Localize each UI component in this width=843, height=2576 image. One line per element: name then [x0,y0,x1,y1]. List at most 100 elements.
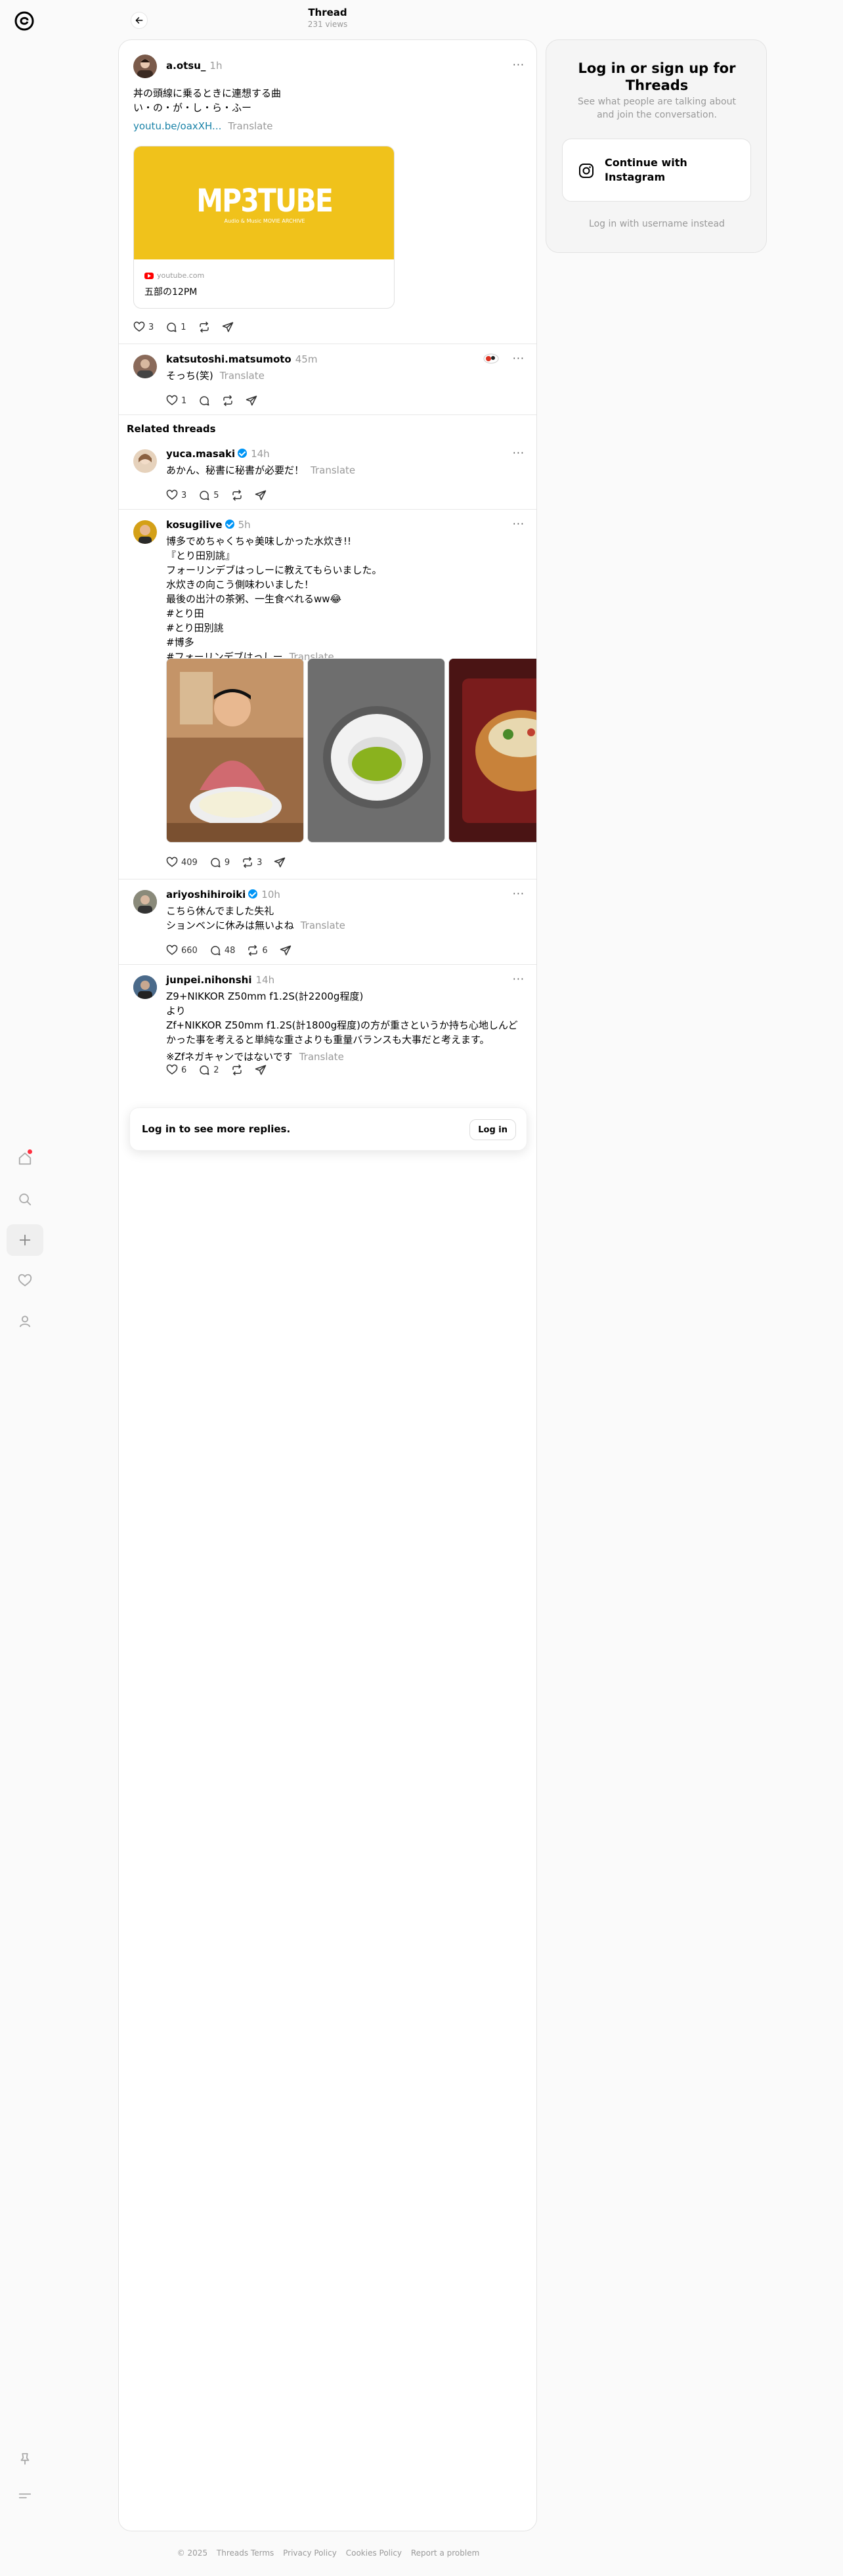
share-button[interactable] [222,321,234,333]
username-text[interactable]: a.otsu_ [166,60,205,72]
send-icon [222,322,233,332]
instagram-button-label: Instagram [605,171,666,183]
repost-icon [232,1064,242,1076]
like-button[interactable]: 3 [133,321,154,333]
reply-time: 45m [295,353,318,365]
comment-icon [200,396,209,406]
photo-thumbnail[interactable] [448,658,536,843]
like-button[interactable]: 409 [166,856,198,868]
verified-badge-icon [248,889,258,899]
related-actions: 660 48 6 [166,944,303,956]
threads-logo-icon[interactable] [12,9,36,33]
avatar[interactable] [133,449,157,473]
post-line: かった事を考えると単純な重さよりも重量バランスも大事だと考えます。 [166,1034,490,1046]
repost-button[interactable]: 3 [242,856,262,868]
related-username[interactable]: junpei.nihonshi 14h [166,974,274,986]
more-options-icon[interactable]: ··· [513,58,525,71]
footer-link-terms[interactable]: Threads Terms [217,2548,274,2558]
repost-button[interactable] [198,321,210,333]
reply-button[interactable]: 48 [209,944,235,956]
more-options-icon[interactable]: ··· [513,352,525,365]
heart-icon [166,944,178,955]
heart-icon [166,489,178,500]
more-options-icon[interactable]: ··· [513,518,525,530]
repost-button[interactable] [222,395,234,407]
hashtag-link[interactable]: #とり田別誂 [166,621,382,635]
share-button[interactable] [255,489,267,501]
translate-link[interactable]: Translate [220,370,265,382]
share-button[interactable] [246,395,257,407]
like-button[interactable]: 6 [166,1064,186,1076]
pin-icon[interactable] [7,2443,43,2475]
related-username[interactable]: kosugilive 5h [166,519,251,531]
translate-link[interactable]: Translate [311,464,355,476]
like-button[interactable]: 660 [166,944,198,956]
create-post-icon[interactable] [7,1224,43,1256]
send-icon [280,945,291,956]
reply-button[interactable]: 9 [209,856,230,868]
reply-button[interactable]: 5 [198,489,219,501]
login-prompt: Log in to see more replies. Log in [129,1107,527,1151]
hashtag-link[interactable]: #博多 [166,635,382,650]
heart-icon [166,395,178,405]
home-icon[interactable] [7,1143,43,1174]
more-options-icon[interactable]: ··· [513,887,525,900]
repost-icon [199,321,209,333]
profile-icon[interactable] [7,1306,43,1337]
repost-button[interactable] [231,1064,243,1076]
related-username[interactable]: ariyoshihiroiki 10h [166,889,280,900]
reply-button[interactable]: 2 [198,1064,219,1076]
share-button[interactable] [280,944,292,956]
thread-header: Thread 231 views [118,0,537,39]
image-carousel[interactable] [166,658,536,843]
avatar[interactable] [133,55,157,78]
translate-link[interactable]: Translate [299,1051,344,1063]
username-text[interactable]: ariyoshihiroiki [166,889,246,900]
repost-button[interactable] [231,489,243,501]
username-text[interactable]: yuca.masaki [166,448,235,460]
post-time: 10h [261,889,280,900]
avatar[interactable] [133,890,157,914]
repost-button[interactable]: 6 [247,944,268,956]
more-options-icon[interactable]: ··· [513,973,525,985]
reply-button[interactable]: 1 [165,321,186,333]
post-line: Zf+NIKKOR Z50mm f1.2S(計1800g程度)の方が重さというか… [166,1019,518,1031]
youtube-icon [144,272,154,279]
footer-link-privacy[interactable]: Privacy Policy [283,2548,337,2558]
photo-thumbnail[interactable] [307,658,445,843]
like-button[interactable]: 1 [166,395,186,407]
photo-thumbnail[interactable] [166,658,304,843]
related-username[interactable]: yuca.masaki 14h [166,448,270,460]
hashtag-link[interactable]: #とり田 [166,606,382,621]
menu-icon[interactable] [7,2480,43,2512]
like-count: 3 [148,322,154,332]
share-button[interactable] [255,1064,267,1076]
translate-link[interactable]: Translate [301,920,345,931]
avatar[interactable] [133,520,157,544]
more-options-icon[interactable]: ··· [513,447,525,459]
translate-link[interactable]: Translate [228,120,272,132]
related-post: junpei.nihonshi 14h ··· Z9+NIKKOR Z50mm f… [119,965,536,1101]
heart-activity-icon[interactable] [7,1265,43,1297]
footer-link-cookies[interactable]: Cookies Policy [346,2548,402,2558]
post-link[interactable]: youtu.be/oaxXH... [133,120,221,132]
username-text[interactable]: junpei.nihonshi [166,974,251,986]
search-icon[interactable] [7,1184,43,1215]
like-button[interactable]: 3 [166,489,186,501]
login-button[interactable]: Log in [469,1119,516,1140]
post-username[interactable]: a.otsu_ 1h [166,60,222,72]
footer-link-report[interactable]: Report a problem [411,2548,479,2558]
login-username-link[interactable]: Log in with username instead [546,219,767,229]
card-source-text: youtube.com [157,271,205,280]
post-line: 博多でめちゃくちゃ美味しかった水炊き!! [166,535,352,547]
reply-username[interactable]: katsutoshi.matsumoto 45m [166,353,317,365]
avatar[interactable] [133,355,157,378]
reply-sticker-icon [483,352,500,365]
username-text[interactable]: kosugilive [166,519,223,531]
share-button[interactable] [274,856,286,868]
username-text[interactable]: katsutoshi.matsumoto [166,353,292,365]
reply-button[interactable] [198,395,210,407]
link-preview-card[interactable]: MP3TUBE Audio & Music MOVIE ARCHIVE yout… [133,146,395,309]
continue-with-instagram-button[interactable]: Continue with Instagram [562,139,751,202]
avatar[interactable] [133,975,157,999]
